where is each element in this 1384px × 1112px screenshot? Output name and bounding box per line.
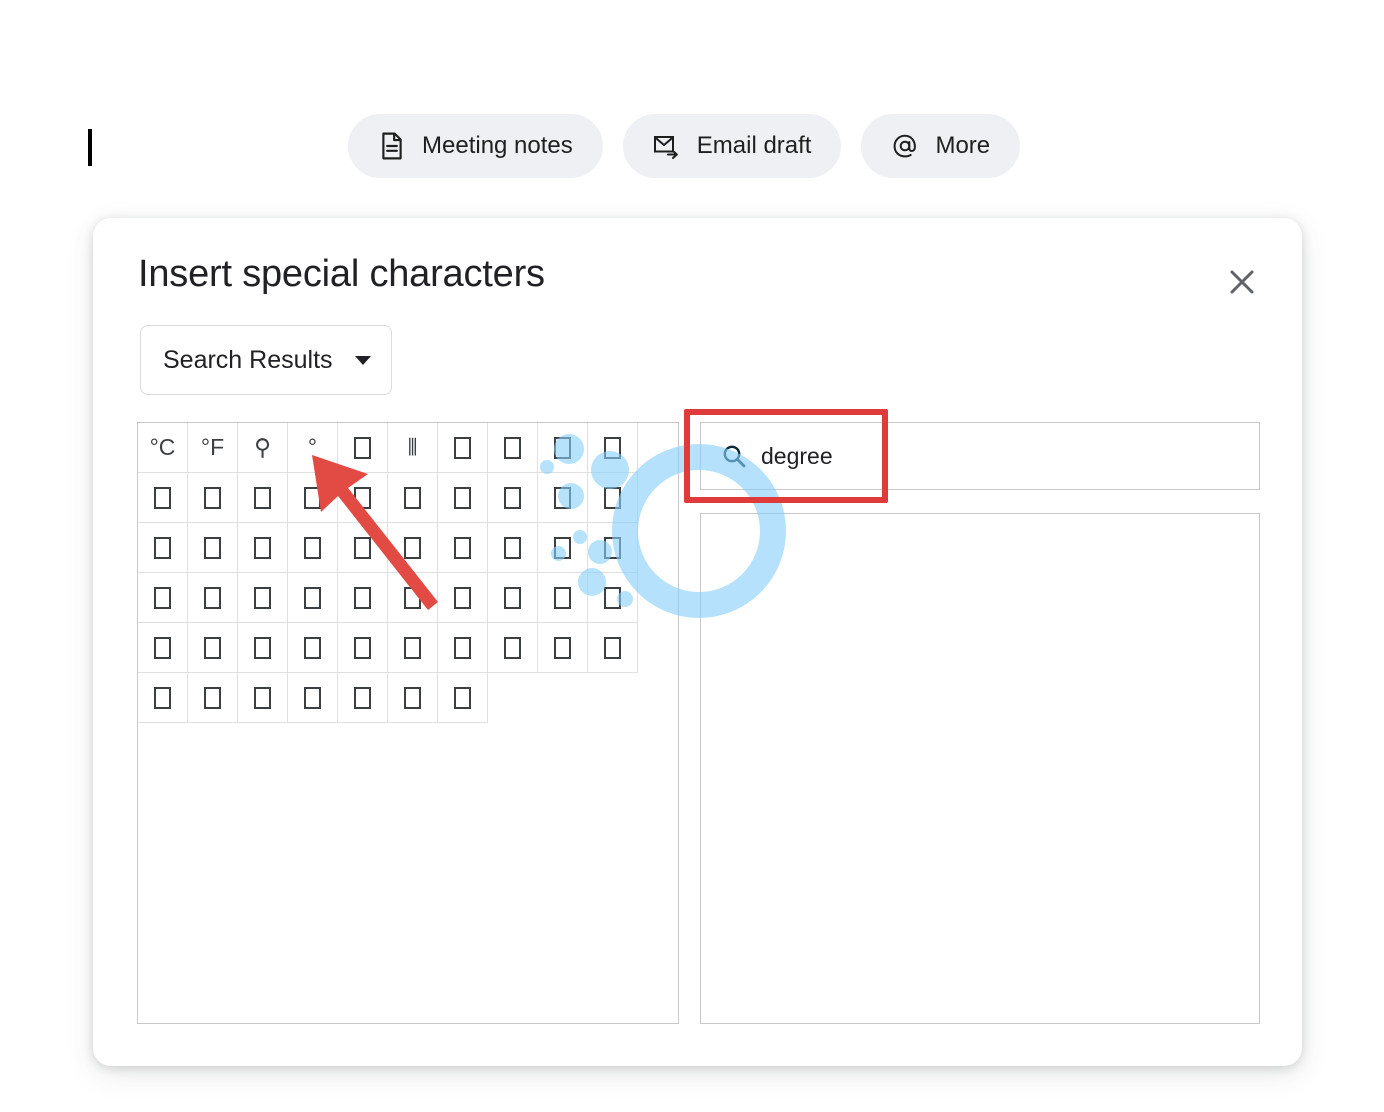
glyph-cell-missing[interactable] [238, 623, 288, 673]
glyph-cell-missing[interactable] [438, 523, 488, 573]
glyph-cell-missing[interactable] [488, 623, 538, 673]
glyph-cell-missing[interactable] [288, 673, 338, 723]
glyph-cell-degree-celsius[interactable]: °C [138, 423, 188, 473]
page-title: Insert special characters [138, 253, 545, 295]
search-input[interactable]: degree [700, 422, 1260, 490]
glyph-cell-missing[interactable] [188, 523, 238, 573]
chip-more[interactable]: More [861, 114, 1021, 178]
glyph-cell-missing[interactable] [138, 573, 188, 623]
glyph-cell-missing[interactable] [538, 473, 588, 523]
glyph-cell-degree-sign[interactable]: ° [288, 423, 338, 473]
chip-label: More [935, 132, 991, 159]
search-results-panel: degree [700, 422, 1260, 1024]
glyph-cell-missing[interactable] [588, 623, 638, 673]
glyph-cell-missing[interactable] [238, 673, 288, 723]
glyph-cell-missing[interactable] [338, 423, 388, 473]
glyph-cell-missing[interactable] [438, 423, 488, 473]
glyph-cell-missing[interactable] [588, 573, 638, 623]
glyph-cell-missing[interactable] [338, 573, 388, 623]
email-forward-icon [653, 132, 681, 160]
glyph-cell-missing[interactable] [388, 623, 438, 673]
glyph-grid: °C °F ⚲ ° ⦀ [138, 423, 639, 723]
glyph-char: ⦀ [407, 434, 418, 460]
glyph-cell-missing[interactable] [488, 473, 538, 523]
category-dropdown-label: Search Results [163, 345, 333, 374]
glyph-cell-missing[interactable] [388, 473, 438, 523]
glyph-cell-missing[interactable] [488, 523, 538, 573]
chip-meeting-notes[interactable]: Meeting notes [348, 114, 603, 178]
glyph-cell-missing[interactable] [238, 573, 288, 623]
glyph-char: ° [307, 434, 318, 460]
insert-special-characters-dialog: Insert special characters Search Results… [93, 218, 1302, 1066]
glyph-cell-missing[interactable] [438, 673, 488, 723]
chip-label: Meeting notes [422, 132, 573, 159]
at-sign-icon [891, 132, 919, 160]
close-button[interactable] [1220, 260, 1264, 304]
glyph-cell-missing[interactable] [538, 623, 588, 673]
glyph-cell-missing[interactable] [138, 623, 188, 673]
glyph-cell-missing[interactable] [338, 673, 388, 723]
glyph-cell-missing[interactable] [438, 623, 488, 673]
glyph-cell-missing[interactable] [538, 573, 588, 623]
glyph-cell-degree-fahrenheit[interactable]: °F [188, 423, 238, 473]
chevron-down-icon [355, 355, 371, 365]
screen-root: Meeting notes Email draft More Insert sp… [0, 0, 1384, 1112]
glyph-cell-missing[interactable] [438, 573, 488, 623]
glyph-cell-missing[interactable] [288, 573, 338, 623]
glyph-cell-scale-glyph[interactable]: ⚲ [238, 423, 288, 473]
glyph-cell-missing[interactable] [438, 473, 488, 523]
glyph-cell-missing[interactable] [288, 623, 338, 673]
glyph-cell-missing[interactable] [188, 673, 238, 723]
glyph-cell-missing[interactable] [238, 473, 288, 523]
glyph-cell-missing[interactable] [338, 623, 388, 673]
glyph-cell-missing[interactable] [238, 523, 288, 573]
glyph-char: ⚲ [254, 434, 271, 460]
glyph-cell-missing[interactable] [588, 523, 638, 573]
search-icon [721, 443, 747, 469]
close-icon [1227, 267, 1257, 297]
glyph-char: °C [149, 434, 176, 460]
glyph-char: °F [200, 434, 225, 460]
glyph-cell-missing[interactable] [188, 623, 238, 673]
glyph-cell-missing[interactable] [288, 473, 338, 523]
glyph-cell-missing[interactable] [388, 573, 438, 623]
glyph-cell-missing[interactable] [138, 473, 188, 523]
glyph-cell-missing[interactable] [338, 523, 388, 573]
glyph-cell-missing[interactable] [488, 423, 538, 473]
glyph-cell-missing[interactable] [588, 473, 638, 523]
glyph-cell-missing[interactable] [488, 573, 538, 623]
glyph-cell-missing[interactable] [138, 673, 188, 723]
chip-label: Email draft [696, 132, 812, 159]
glyph-grid-panel: °C °F ⚲ ° ⦀ [137, 422, 679, 1024]
glyph-cell-missing[interactable] [188, 573, 238, 623]
glyph-cell-missing[interactable] [138, 523, 188, 573]
glyph-cell-missing[interactable] [588, 423, 638, 473]
glyph-cell-missing[interactable] [388, 673, 438, 723]
glyph-cell-missing[interactable] [538, 423, 588, 473]
suggestion-chip-row: Meeting notes Email draft More [348, 114, 1021, 178]
search-results-box[interactable] [700, 513, 1260, 1024]
glyph-cell-missing[interactable] [288, 523, 338, 573]
search-input-value: degree [761, 442, 833, 469]
category-dropdown[interactable]: Search Results [140, 325, 392, 395]
glyph-cell-missing[interactable] [538, 523, 588, 573]
chip-email-draft[interactable]: Email draft [622, 114, 842, 178]
text-caret [88, 129, 92, 166]
document-icon [378, 132, 406, 160]
glyph-cell-missing[interactable] [188, 473, 238, 523]
glyph-cell-missing[interactable] [338, 473, 388, 523]
glyph-cell-missing[interactable] [388, 523, 438, 573]
glyph-cell-comb-glyph[interactable]: ⦀ [388, 423, 438, 473]
